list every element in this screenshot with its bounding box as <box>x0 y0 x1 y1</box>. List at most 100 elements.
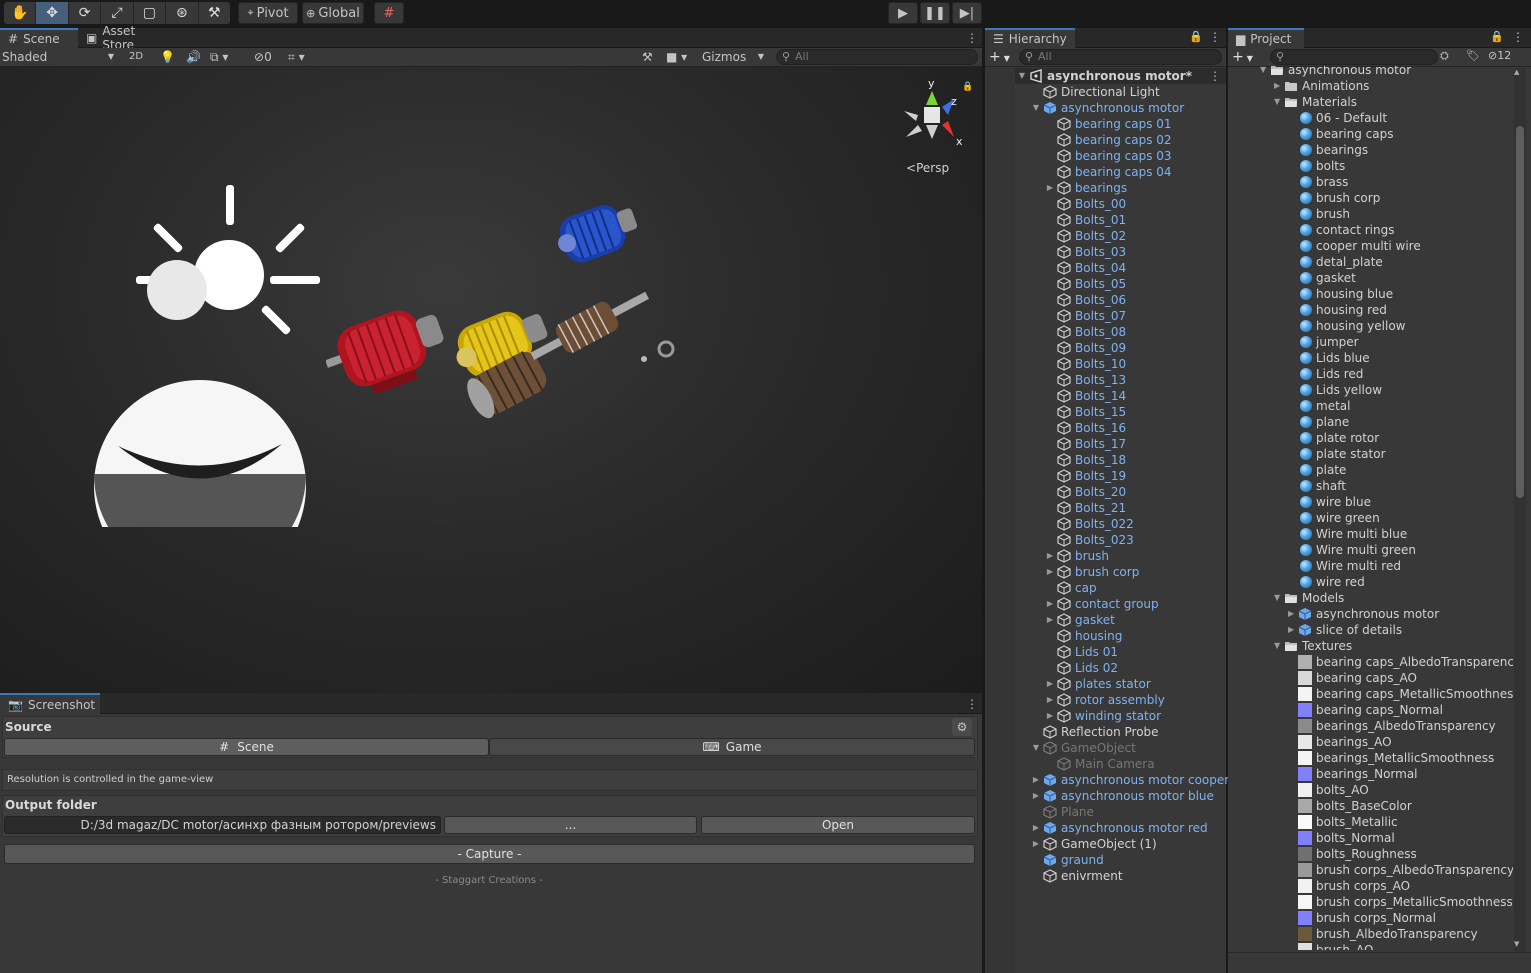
tab-screenshot[interactable]: 📷 Screenshot <box>0 693 100 714</box>
output-path-field[interactable]: D:/3d magaz/DC motor/асинхр фазным ротор… <box>4 816 441 834</box>
hierarchy-item[interactable]: Lids 01 <box>985 644 1226 660</box>
hidden-objects-toggle[interactable]: ⊘0 <box>254 48 284 66</box>
custom-tool-icon[interactable]: ⚒ <box>198 2 230 24</box>
project-item[interactable]: Wire multi blue <box>1228 526 1513 542</box>
project-item[interactable]: bolts_AO <box>1228 782 1513 798</box>
browse-folder-button[interactable]: ... <box>444 816 697 834</box>
project-item[interactable]: detal_plate <box>1228 254 1513 270</box>
grid-snap-button[interactable]: # <box>374 2 404 24</box>
gizmos-dropdown[interactable]: Gizmos ▼ <box>700 49 766 65</box>
project-item[interactable]: bolts_Roughness <box>1228 846 1513 862</box>
collapsed-arrow-icon[interactable]: ▶ <box>1045 676 1055 692</box>
hierarchy-item[interactable]: Bolts_08 <box>985 324 1226 340</box>
hierarchy-item[interactable]: Bolts_00 <box>985 196 1226 212</box>
hierarchy-item[interactable]: Bolts_04 <box>985 260 1226 276</box>
source-scene-button[interactable]: # Scene <box>4 738 489 756</box>
expanded-arrow-icon[interactable]: ▼ <box>1274 590 1280 606</box>
camera-settings-icon[interactable]: ■ ▾ <box>666 48 694 66</box>
hierarchy-item[interactable]: Bolts_15 <box>985 404 1226 420</box>
project-item[interactable]: bolts_Normal <box>1228 830 1513 846</box>
transform-tool-icon[interactable]: ⊛ <box>166 2 199 24</box>
project-item[interactable]: brush corps_AO <box>1228 878 1513 894</box>
hierarchy-item[interactable]: Bolts_10 <box>985 356 1226 372</box>
lighting-toggle-icon[interactable]: 💡 <box>160 48 176 66</box>
hierarchy-item[interactable]: Main Camera <box>985 756 1226 772</box>
rotate-tool-icon[interactable]: ⟳ <box>68 2 102 24</box>
create-dropdown[interactable]: + ▼ <box>1232 48 1260 66</box>
step-button[interactable]: ▶| <box>952 2 982 24</box>
create-dropdown[interactable]: + ▼ <box>989 48 1017 66</box>
collapsed-arrow-icon[interactable]: ▶ <box>1288 606 1294 622</box>
project-item[interactable]: housing yellow <box>1228 318 1513 334</box>
orientation-gizmo[interactable]: y z x 🔒 <box>896 77 972 155</box>
collapsed-arrow-icon[interactable]: ▶ <box>1045 708 1055 724</box>
tools-icon[interactable]: ⚒ <box>642 48 658 66</box>
scroll-down-arrow-icon[interactable]: ▼ <box>1514 940 1519 948</box>
hierarchy-item[interactable]: Bolts_14 <box>985 388 1226 404</box>
project-item[interactable]: cooper multi wire <box>1228 238 1513 254</box>
project-item[interactable]: brush <box>1228 206 1513 222</box>
hierarchy-item[interactable]: Bolts_13 <box>985 372 1226 388</box>
lock-icon[interactable]: 🔒 <box>962 81 972 92</box>
project-item[interactable]: brush corps_MetallicSmoothness <box>1228 894 1513 910</box>
project-item[interactable]: bearings_MetallicSmoothness <box>1228 750 1513 766</box>
hierarchy-item[interactable]: Directional Light <box>985 84 1226 100</box>
project-item[interactable]: plate stator <box>1228 446 1513 462</box>
hierarchy-item[interactable]: ▶ gasket <box>985 612 1226 628</box>
project-item[interactable]: plate rotor <box>1228 430 1513 446</box>
directional-light-gizmo[interactable] <box>92 182 324 527</box>
project-item[interactable]: Wire multi green <box>1228 542 1513 558</box>
hierarchy-item[interactable]: Bolts_01 <box>985 212 1226 228</box>
project-item[interactable]: ▶ slice of details <box>1228 622 1513 638</box>
hierarchy-item[interactable]: Bolts_16 <box>985 420 1226 436</box>
audio-toggle-icon[interactable]: 🔊 <box>186 48 202 66</box>
collapsed-arrow-icon[interactable]: ▶ <box>1274 78 1280 94</box>
project-item[interactable]: wire blue <box>1228 494 1513 510</box>
move-tool-icon[interactable]: ✥ <box>36 2 69 24</box>
kebab-menu-icon[interactable]: ⋮ <box>1512 30 1524 44</box>
hierarchy-item[interactable]: Bolts_03 <box>985 244 1226 260</box>
hierarchy-item[interactable]: ▶ brush <box>985 548 1226 564</box>
hierarchy-item[interactable]: ▼ GameObject <box>985 740 1226 756</box>
expanded-arrow-icon[interactable]: ▼ <box>1274 94 1280 110</box>
project-item[interactable]: bearing caps_Normal <box>1228 702 1513 718</box>
collapsed-arrow-icon[interactable]: ▶ <box>1031 836 1041 852</box>
hierarchy-item[interactable]: Bolts_21 <box>985 500 1226 516</box>
project-item[interactable]: plate <box>1228 462 1513 478</box>
hidden-packages-toggle[interactable]: ⊘12 <box>1488 49 1511 62</box>
hierarchy-item[interactable]: Bolts_07 <box>985 308 1226 324</box>
hierarchy-item[interactable]: enivrment <box>985 868 1226 884</box>
scrollbar-thumb[interactable] <box>1516 126 1524 498</box>
collapsed-arrow-icon[interactable]: ▶ <box>1045 564 1055 580</box>
hierarchy-item[interactable]: Bolts_18 <box>985 452 1226 468</box>
project-item[interactable]: bearing caps <box>1228 126 1513 142</box>
project-item[interactable]: Lids red <box>1228 366 1513 382</box>
hierarchy-item[interactable]: Bolts_05 <box>985 276 1226 292</box>
project-item[interactable]: ▼ Materials <box>1228 94 1513 110</box>
expanded-arrow-icon[interactable]: ▼ <box>1031 740 1041 756</box>
tab-asset-store[interactable]: ▣ Asset Store <box>78 24 178 52</box>
hierarchy-item[interactable]: bearing caps 03 <box>985 148 1226 164</box>
project-item[interactable]: bearing caps_AlbedoTransparency <box>1228 654 1513 670</box>
collapsed-arrow-icon[interactable]: ▶ <box>1031 820 1041 836</box>
project-search-input[interactable] <box>1270 49 1438 65</box>
rect-tool-icon[interactable]: ▢ <box>133 2 167 24</box>
exploded-motor-parts[interactable] <box>466 271 682 421</box>
hierarchy-item[interactable]: ▶ plates stator <box>985 676 1226 692</box>
project-item[interactable]: wire green <box>1228 510 1513 526</box>
hierarchy-item[interactable]: cap <box>985 580 1226 596</box>
project-item[interactable]: Wire multi red <box>1228 558 1513 574</box>
collapsed-arrow-icon[interactable]: ▶ <box>1045 180 1055 196</box>
hierarchy-item[interactable]: ▼ asynchronous motor* ⋮ <box>985 68 1226 84</box>
project-item[interactable]: shaft <box>1228 478 1513 494</box>
collapsed-arrow-icon[interactable]: ▶ <box>1045 692 1055 708</box>
toggle-2d-button[interactable]: 2D <box>124 48 148 66</box>
project-item[interactable]: Lids yellow <box>1228 382 1513 398</box>
hierarchy-item[interactable]: Bolts_02 <box>985 228 1226 244</box>
expanded-arrow-icon[interactable]: ▼ <box>1017 68 1027 84</box>
label-tag-icon[interactable]: 🏷 <box>1466 49 1480 62</box>
hierarchy-item[interactable]: ▶ rotor assembly <box>985 692 1226 708</box>
hierarchy-item[interactable]: ▶ winding stator <box>985 708 1226 724</box>
project-item[interactable]: brush corps_Normal <box>1228 910 1513 926</box>
project-item[interactable]: brush corp <box>1228 190 1513 206</box>
